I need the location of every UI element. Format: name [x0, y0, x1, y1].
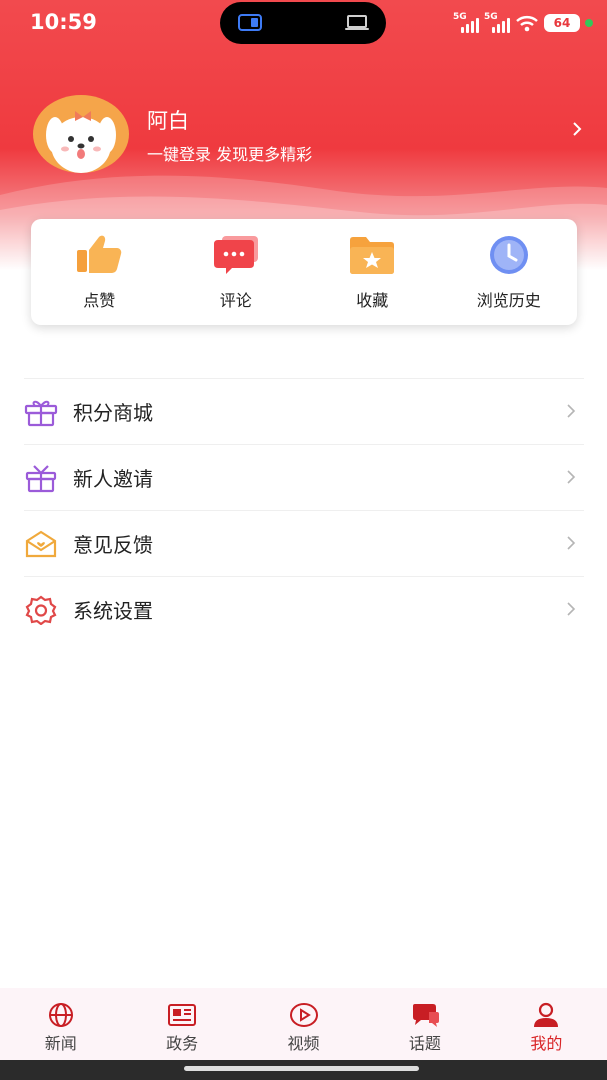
gift-icon: [25, 464, 57, 492]
quick-action-label: 浏览历史: [476, 291, 541, 310]
quick-action-like[interactable]: 点赞: [31, 219, 168, 325]
username: 阿白: [147, 109, 189, 133]
gift-box-icon: [24, 400, 58, 426]
privacy-dot: [585, 19, 593, 27]
menu-item-settings[interactable]: 系统设置: [24, 576, 584, 642]
status-bar: 10:59 5G 5G 64: [0, 0, 607, 44]
play-icon: [289, 1003, 318, 1027]
laptop-icon: [345, 15, 369, 30]
quick-action-label: 点赞: [83, 291, 116, 310]
quick-actions-card: 点赞 评论 收藏 浏览历史: [31, 219, 577, 325]
profile-login-row[interactable]: 阿白 一键登录 发现更多精彩: [33, 95, 593, 175]
puppy-avatar-icon: [46, 111, 116, 173]
history-clock-icon: [489, 236, 528, 274]
status-indicators: 5G 5G 64: [453, 11, 593, 35]
menu-item-invite[interactable]: 新人邀请: [24, 444, 584, 510]
user-icon: [534, 1002, 559, 1027]
menu-item-label: 积分商城: [73, 401, 153, 425]
avatar[interactable]: [33, 95, 129, 173]
menu-item-label: 新人邀请: [73, 467, 153, 491]
tab-label: 新闻: [44, 1034, 77, 1053]
quick-action-label: 收藏: [356, 291, 389, 310]
tab-label: 政务: [166, 1034, 199, 1053]
newspaper-icon: [168, 1004, 197, 1026]
menu-item-feedback[interactable]: 意见反馈: [24, 510, 584, 576]
home-indicator: [0, 1060, 607, 1080]
chevron-right-icon: [567, 404, 576, 418]
tab-label: 视频: [287, 1034, 320, 1053]
screen-mirror-icon: [238, 14, 262, 31]
thumbs-up-icon: [77, 235, 122, 273]
signal-icon: 5G: [453, 12, 479, 33]
status-time: 10:59: [30, 10, 97, 34]
chevron-right-icon[interactable]: [569, 119, 585, 139]
favorite-folder-icon: [350, 237, 395, 274]
quick-action-label: 评论: [219, 291, 252, 310]
tab-video[interactable]: 视频: [243, 988, 364, 1060]
dynamic-island: [220, 2, 386, 44]
bottom-tab-bar: 新闻 政务 视频 话题 我的: [0, 988, 607, 1060]
tab-label: 我的: [530, 1034, 563, 1053]
chevron-right-icon: [567, 536, 576, 550]
chevron-right-icon: [567, 470, 576, 484]
tab-government[interactable]: 政务: [121, 988, 242, 1060]
gear-icon: [25, 595, 57, 625]
settings-menu: 积分商城 新人邀请 意见反馈 系统设置: [24, 378, 584, 642]
menu-item-points-mall[interactable]: 积分商城: [24, 378, 584, 444]
comment-icon: [213, 236, 258, 274]
mail-feedback-icon: [25, 530, 57, 557]
quick-action-history[interactable]: 浏览历史: [441, 219, 578, 325]
menu-item-label: 意见反馈: [73, 533, 153, 557]
chat-bubbles-icon: [412, 1004, 439, 1027]
login-hint[interactable]: 一键登录 发现更多精彩: [147, 141, 312, 165]
quick-action-comment[interactable]: 评论: [168, 219, 305, 325]
quick-action-favorite[interactable]: 收藏: [304, 219, 441, 325]
tab-label: 话题: [408, 1034, 441, 1053]
tab-mine[interactable]: 我的: [486, 988, 607, 1060]
menu-item-label: 系统设置: [73, 599, 153, 623]
globe-icon: [48, 1003, 73, 1027]
tab-news[interactable]: 新闻: [0, 988, 121, 1060]
wifi-icon: [516, 16, 538, 32]
signal-icon: 5G: [484, 12, 510, 33]
battery-indicator: 64: [544, 14, 580, 32]
tab-topic[interactable]: 话题: [364, 988, 485, 1060]
chevron-right-icon: [567, 602, 576, 616]
